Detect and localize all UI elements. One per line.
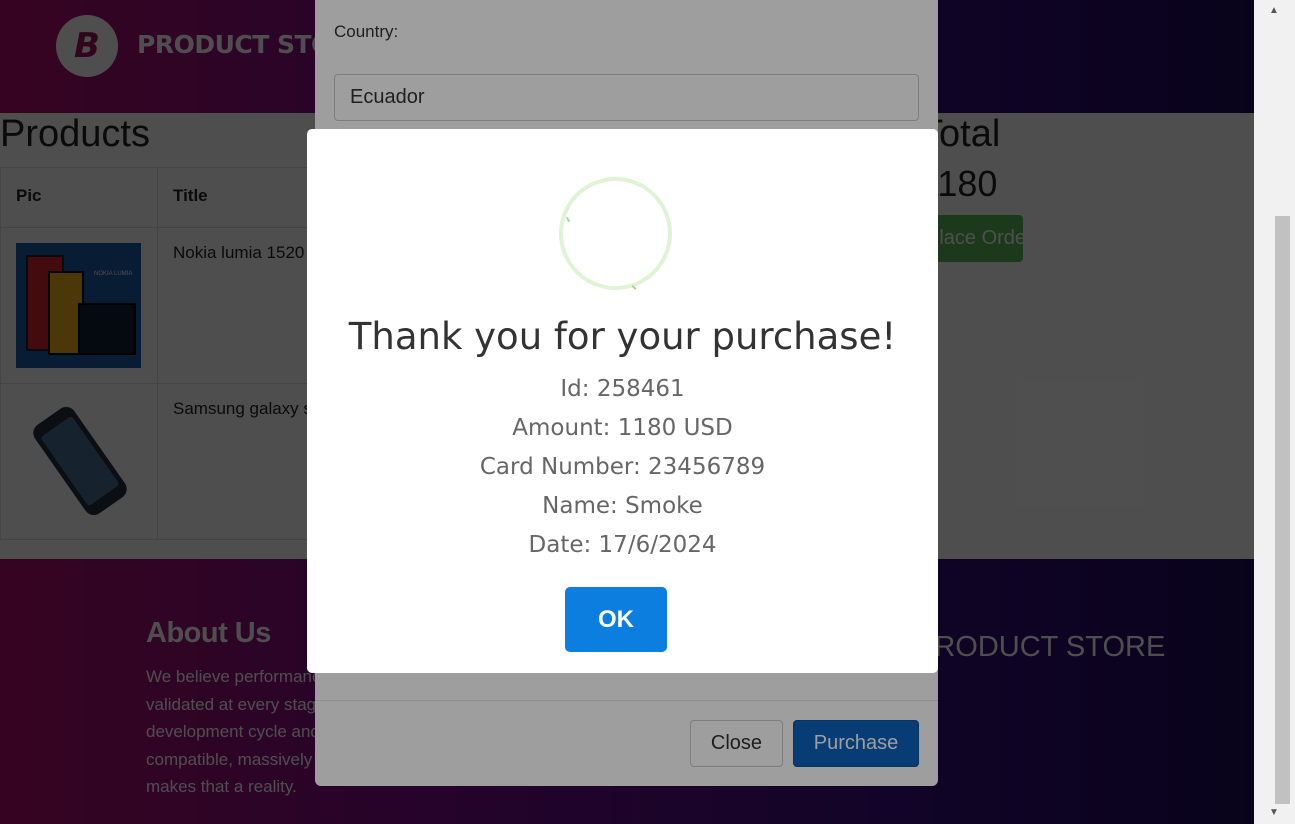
order-date: Date: 17/6/2024 [528, 532, 717, 558]
card-number: Card Number: 23456789 [479, 454, 766, 480]
customer-name: Name: Smoke [542, 493, 703, 519]
order-id: Id: 258461 [560, 376, 685, 402]
scrollbar-thumb[interactable] [1275, 216, 1290, 804]
purchase-confirmation-alert: Thank you for your purchase! Id: 258461 … [307, 129, 938, 673]
order-amount: Amount: 1180 USD [512, 415, 733, 441]
scroll-down-arrow-icon[interactable]: ▼ [1268, 807, 1280, 819]
ok-button[interactable]: OK [565, 587, 667, 652]
scroll-up-arrow-icon[interactable]: ▲ [1268, 5, 1280, 17]
page: B PRODUCT STORE Products Pic Title NOKIA… [0, 0, 1254, 824]
alert-title: Thank you for your purchase! [348, 315, 897, 358]
alert-details: Id: 258461 Amount: 1180 USD Card Number:… [307, 370, 938, 565]
scrollbar-track-upper [1275, 20, 1290, 216]
success-check-icon [559, 177, 672, 290]
vertical-scrollbar[interactable]: ▲ ▼ [1254, 0, 1295, 824]
